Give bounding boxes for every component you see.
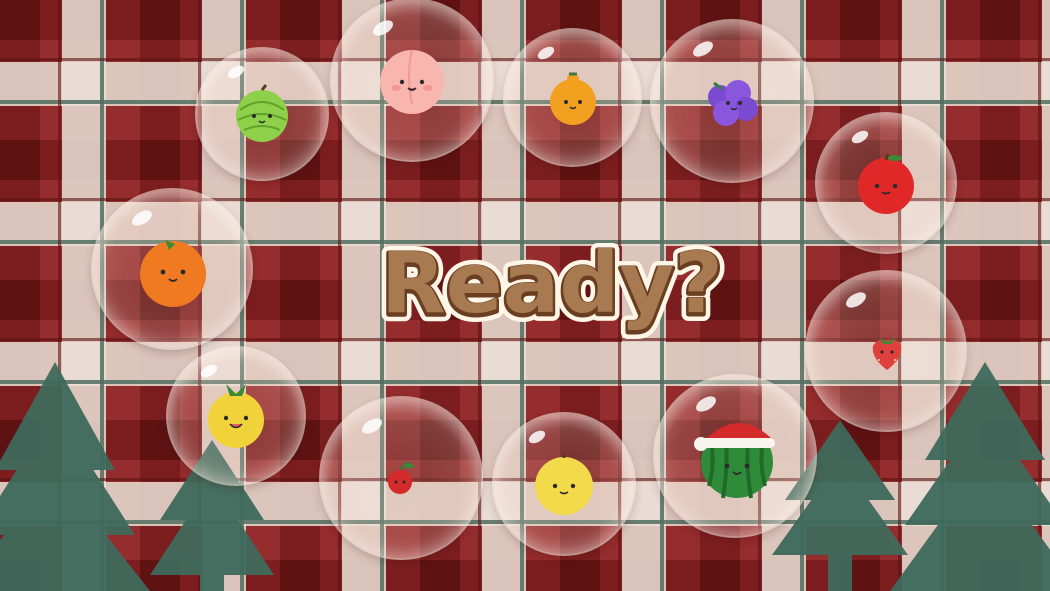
fruit-bubble-orange[interactable]: [93, 190, 251, 348]
orange-icon: [140, 240, 206, 307]
pineapple-icon: [208, 384, 264, 448]
strawberry-icon: [872, 338, 902, 370]
peach-icon: [380, 49, 444, 114]
fruit-bubble-apple[interactable]: [817, 114, 955, 252]
game-stage: Ready? Ready? Ready?: [0, 0, 1050, 591]
ready-title-text: Ready?: [381, 234, 723, 332]
pear-icon: [535, 454, 593, 515]
fruit-bubble-pineapple[interactable]: [168, 348, 304, 484]
fruit-bubble-watermelon[interactable]: [655, 376, 815, 536]
watermelon-santa-hat-icon: [694, 422, 775, 499]
dekopon-icon: [550, 72, 596, 125]
fruit-bubble-grape[interactable]: [652, 21, 812, 181]
fruit-bubble-peach[interactable]: [332, 0, 492, 160]
fruit-bubble-melon[interactable]: [197, 49, 327, 179]
fruit-bubble-dekopon[interactable]: [505, 30, 640, 165]
ready-title: Ready? Ready? Ready?: [374, 229, 730, 341]
fruit-bubble-pear[interactable]: [494, 414, 634, 554]
melon-icon: [236, 84, 288, 142]
fruit-bubble-strawberry[interactable]: [807, 272, 965, 430]
grape-icon: [708, 80, 758, 126]
fruit-bubble-cherry[interactable]: [321, 398, 481, 558]
cherry-icon: [388, 461, 414, 494]
apple-icon: [858, 153, 914, 214]
